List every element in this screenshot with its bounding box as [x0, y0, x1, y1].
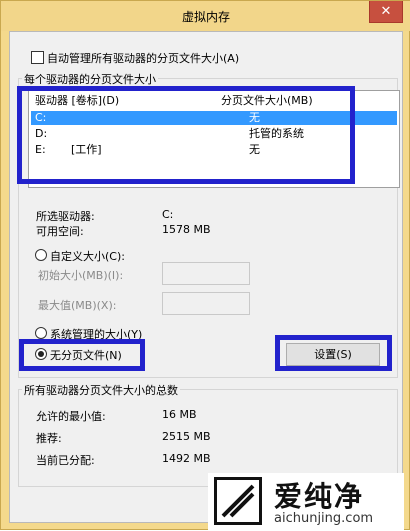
column-header-size[interactable]: 分页文件大小(MB) [221, 92, 313, 108]
total-group-label: 所有驱动器分页文件大小的总数 [22, 382, 180, 398]
min-allowed-value: 16 MB [162, 408, 197, 421]
dialog-body: 自动管理所有驱动器的分页文件大小(A) 每个驱动器的分页文件大小 驱动器 [卷标… [9, 31, 403, 523]
watermark-url: aichunjing.com [274, 511, 374, 526]
drive-row-d[interactable]: D: 托管的系统 [31, 127, 397, 141]
free-space-value: 1578 MB [162, 223, 211, 236]
watermark-brand: 爱纯净 [274, 480, 365, 513]
window-title: 虚拟内存 [181, 10, 230, 24]
no-paging-label[interactable]: 无分页文件(N) [50, 347, 122, 363]
auto-manage-checkbox[interactable] [31, 51, 44, 64]
drive-size: 无 [249, 143, 260, 156]
initial-size-input[interactable] [162, 262, 250, 285]
custom-size-label[interactable]: 自定义大小(C): [50, 248, 125, 264]
drive-row-e[interactable]: E: [工作] 无 [31, 143, 397, 157]
title-bar[interactable]: 虚拟内存 ✕ [1, 1, 410, 31]
free-space-label: 可用空间: [36, 225, 84, 238]
initial-size-label: 初始大小(MB)(I): [38, 269, 124, 282]
drive-size: 托管的系统 [249, 127, 304, 140]
recommended-value: 2515 MB [162, 430, 211, 443]
current-allocated-value: 1492 MB [162, 452, 211, 465]
drive-letter: E: [35, 143, 46, 156]
system-managed-radio[interactable] [35, 327, 47, 339]
set-button[interactable]: 设置(S) [286, 343, 380, 366]
current-allocated-label: 当前已分配: [36, 454, 95, 467]
custom-size-radio[interactable] [35, 249, 47, 261]
min-allowed-label: 允许的最小值: [36, 410, 106, 423]
column-header-drive[interactable]: 驱动器 [卷标](D) [35, 92, 119, 108]
drive-volume-label: [工作] [71, 143, 102, 156]
virtual-memory-dialog: 虚拟内存 ✕ 自动管理所有驱动器的分页文件大小(A) 每个驱动器的分页文件大小 … [0, 0, 410, 531]
watermark-logo: 爱纯净 aichunjing.com [208, 473, 404, 531]
drive-letter: C: [35, 111, 47, 124]
per-drive-group-label: 每个驱动器的分页文件大小 [22, 71, 158, 87]
max-size-input[interactable] [162, 292, 250, 315]
max-size-label: 最大值(MB)(X): [38, 299, 117, 312]
auto-manage-label[interactable]: 自动管理所有驱动器的分页文件大小(A) [47, 50, 239, 66]
brand-logo-icon [214, 477, 262, 525]
drive-size: 无 [249, 111, 260, 124]
close-button[interactable]: ✕ [369, 1, 403, 23]
drive-letter: D: [35, 127, 48, 140]
system-managed-label[interactable]: 系统管理的大小(Y) [50, 326, 142, 342]
selected-drive-label: 所选驱动器: [36, 210, 95, 223]
drive-list[interactable]: 驱动器 [卷标](D) 分页文件大小(MB) C: 无 D: 托管的系统 E: … [28, 90, 400, 188]
selected-drive-value: C: [162, 208, 174, 221]
drive-row-c[interactable]: C: 无 [31, 111, 397, 125]
recommended-label: 推荐: [36, 432, 62, 445]
no-paging-radio[interactable] [35, 348, 47, 360]
